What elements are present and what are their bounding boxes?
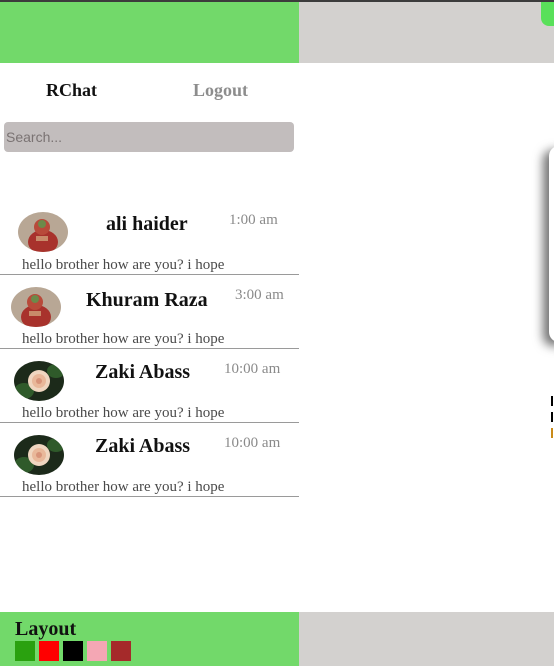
chat-card-edge [549,146,554,342]
avatar [14,435,64,475]
chat-preview: hello brother how are you? i hope [22,331,225,347]
portrait-photo-icon [11,287,61,327]
chat-list: ali haider 1:00 am hello brother how are… [0,200,299,497]
avatar [14,361,64,401]
chat-time: 3:00 am [235,287,284,303]
chat-item[interactable]: Zaki Abass 10:00 am hello brother how ar… [0,349,299,423]
chat-item[interactable]: Zaki Abass 10:00 am hello brother how ar… [0,423,299,497]
rose-photo-icon [14,361,64,401]
chat-name: Zaki Abass [95,361,191,383]
chat-preview: hello brother how are you? i hope [22,479,225,495]
chat-name: ali haider [106,213,188,235]
rose-photo-icon [14,435,64,475]
chat-footer [299,612,554,666]
sidebar-header-bar [0,2,299,63]
chat-time: 10:00 am [224,435,281,451]
swatch-black[interactable] [63,641,83,661]
chat-name: Zaki Abass [95,435,191,457]
chat-item[interactable]: ali haider 1:00 am hello brother how are… [0,200,299,275]
chat-preview: hello brother how are you? i hope [22,405,225,421]
status-indicator[interactable] [541,2,554,26]
app-title: RChat [46,80,98,100]
swatch-green[interactable] [15,641,35,661]
chat-header-bar [299,2,554,63]
chat-name: Khuram Raza [86,289,208,311]
chat-item[interactable]: Khuram Raza 3:00 am hello brother how ar… [0,275,299,349]
theme-swatches [15,641,131,661]
chat-time: 10:00 am [224,361,281,377]
swatch-red[interactable] [39,641,59,661]
avatar [11,287,61,327]
chat-pane [299,63,554,613]
logout-button[interactable]: Logout [193,80,248,101]
portrait-photo-icon [18,212,68,252]
search-input[interactable] [4,122,294,152]
layout-label: Layout [15,618,77,640]
chat-preview: hello brother how are you? i hope [22,257,225,273]
swatch-brown[interactable] [111,641,131,661]
chat-time: 1:00 am [229,212,278,228]
avatar [18,212,68,252]
swatch-pink[interactable] [87,641,107,661]
